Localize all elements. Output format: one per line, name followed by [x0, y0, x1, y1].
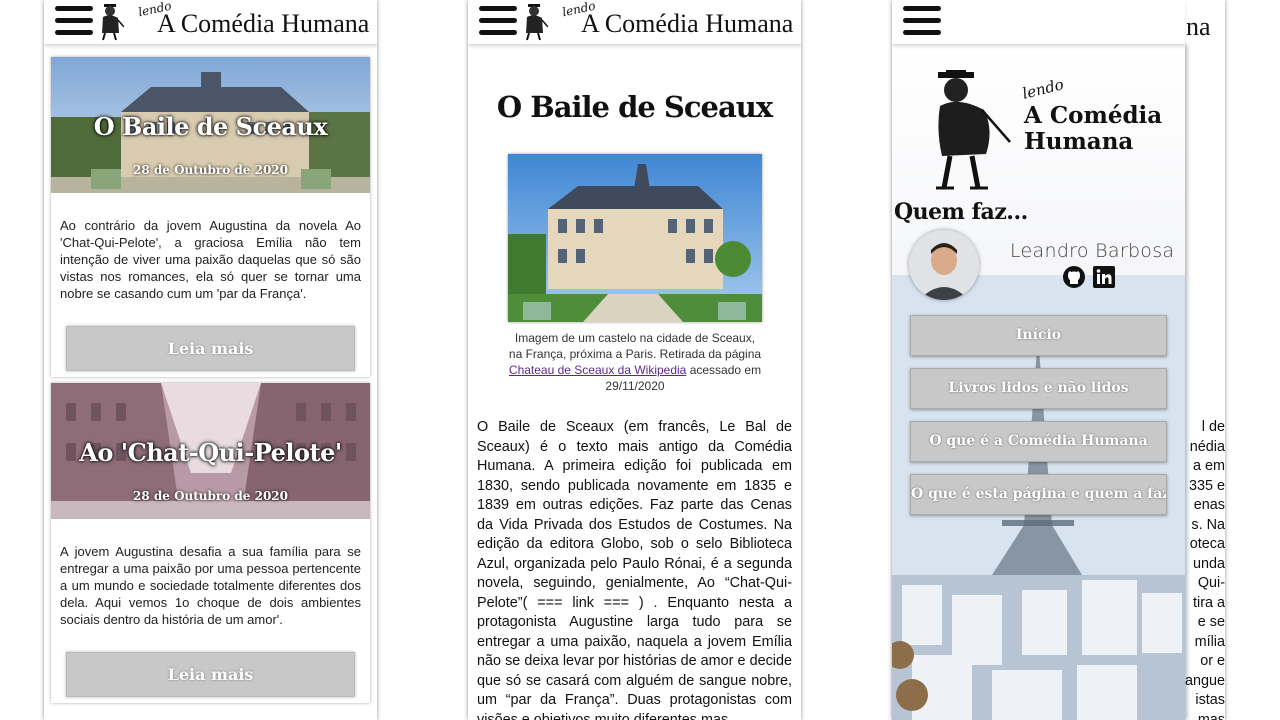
phone-menu-view: na l de nédia a em 335 e enas s. Na oteca unda Q… — [892, 0, 1225, 720]
brand-line-2: Humana — [1024, 128, 1134, 155]
peek-line: mília — [1194, 633, 1225, 650]
top-header: lendo A Comédia Humana — [44, 0, 377, 45]
menu-item-about-page[interactable]: O que é esta página e quem a faz — [910, 474, 1167, 515]
image-caption: Imagem de um castelo na cidade de Sceaux… — [508, 330, 762, 394]
post-card: Ao 'Chat-Qui-Pelote' 28 de Outubro de 20… — [51, 383, 370, 703]
linkedin-icon[interactable] — [1092, 265, 1116, 289]
post-excerpt: Ao contrário da jovem Augustina da novel… — [60, 218, 361, 301]
hamburger-menu-icon[interactable] — [903, 6, 941, 36]
peek-line: angue — [1185, 672, 1225, 689]
brand-line-1: A Comédia — [1024, 102, 1163, 129]
peek-line: nédia — [1189, 438, 1225, 455]
article-image — [508, 154, 762, 322]
peek-line: l de — [1201, 419, 1225, 435]
article-title: O Baile de Sceaux — [496, 90, 773, 124]
post-title: Ao 'Chat-Qui-Pelote' — [79, 438, 342, 467]
github-icon[interactable] — [1062, 265, 1086, 289]
phone-feed-view: lendo A Comédia Humana O Baile de Sceaux… — [44, 0, 377, 720]
peek-line: unda — [1192, 555, 1225, 572]
side-drawer: lendo A Comédia Humana Quem faz... Leand… — [892, 45, 1185, 720]
balzac-caricature-icon — [936, 70, 1011, 190]
hamburger-menu-icon[interactable] — [55, 6, 93, 36]
avatar — [909, 230, 979, 300]
peek-line: Qui- — [1197, 575, 1225, 591]
post-date: 28 de Outubro de 2020 — [132, 163, 289, 177]
post-title: O Baile de Sceaux — [93, 112, 328, 141]
peek-line: a em — [1193, 458, 1225, 474]
post-card: O Baile de Sceaux 28 de Outubro de 2020 … — [51, 57, 370, 377]
peek-line: enas — [1193, 497, 1225, 513]
balzac-caricature-icon — [102, 4, 124, 41]
peek-line: or e — [1200, 653, 1225, 669]
author-name: Leandro Barbosa — [1010, 240, 1175, 262]
site-title[interactable]: A Comédia Humana — [581, 9, 793, 39]
article-body-peek: l de nédia a em 335 e enas s. Na oteca unda Qui-… — [1185, 418, 1225, 720]
menu-item-books[interactable]: Livros lidos e não lidos — [910, 368, 1167, 409]
peek-line: s. Na — [1191, 516, 1225, 533]
menu-item-home[interactable]: Início — [910, 315, 1167, 356]
lendo-label: lendo — [1020, 75, 1066, 103]
top-header: lendo A Comédia Humana — [468, 0, 801, 45]
phone-article-view: lendo A Comédia Humana O Baile de Sceaux… — [468, 0, 801, 720]
read-more-button[interactable]: Leia mais — [66, 326, 355, 371]
site-title-peek: na — [1186, 12, 1211, 41]
menu-item-about-comedia[interactable]: O que é a Comédia Humana — [910, 421, 1167, 462]
wikipedia-link[interactable]: Chateau de Sceaux da Wikipedia — [509, 363, 686, 377]
castle-image — [508, 154, 762, 322]
post-excerpt: A jovem Augustina desafia a sua família … — [60, 544, 361, 627]
peek-line: mas — [1197, 711, 1225, 720]
peek-line: e se — [1197, 614, 1225, 630]
post-date: 28 de Outubro de 2020 — [132, 489, 289, 503]
read-more-button[interactable]: Leia mais — [66, 652, 355, 697]
peek-line: tira a — [1193, 594, 1225, 611]
post-hero-image[interactable]: O Baile de Sceaux 28 de Outubro de 2020 — [51, 57, 370, 193]
drawer-site-title: A Comédia Humana — [1024, 103, 1162, 155]
site-title[interactable]: A Comédia Humana — [157, 9, 369, 39]
hamburger-menu-icon[interactable] — [479, 6, 517, 36]
balzac-caricature-icon — [526, 4, 548, 41]
peek-line: oteca — [1189, 536, 1225, 552]
peek-line: istas — [1195, 692, 1225, 708]
top-header — [892, 0, 1185, 45]
author-photo — [909, 230, 979, 300]
caption-text: Imagem de um castelo na cidade de Sceaux… — [508, 331, 762, 361]
post-hero-image[interactable]: Ao 'Chat-Qui-Pelote' 28 de Outubro de 20… — [51, 383, 370, 519]
who-heading: Quem faz... — [894, 199, 1028, 225]
peek-line: 335 e — [1188, 477, 1225, 494]
article-body: O Baile de Sceaux (em francês, Le Bal de… — [477, 419, 792, 720]
